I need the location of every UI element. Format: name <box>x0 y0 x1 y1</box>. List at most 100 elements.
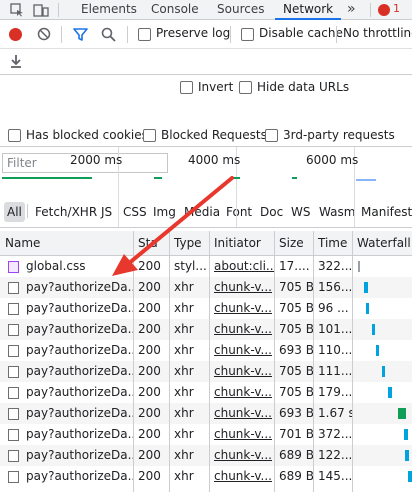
column-name[interactable]: Name <box>0 231 133 256</box>
tab-elements[interactable]: Elements <box>81 0 137 20</box>
request-row[interactable]: pay?authorizeDa... 200 xhr chunk-v... 689 B 1… <box>0 445 412 466</box>
cell-initiator[interactable]: chunk-v... <box>209 445 274 466</box>
device-toolbar-icon[interactable] <box>33 3 49 20</box>
clear-icon[interactable] <box>37 27 51 44</box>
document-file-icon <box>8 303 19 315</box>
throttling-select[interactable]: No throttling <box>343 26 412 40</box>
request-row[interactable]: pay?authorizeDa... 200 xhr chunk-v... 693 B 1… <box>0 340 412 361</box>
cell-initiator[interactable]: chunk-v... <box>209 382 274 403</box>
request-row[interactable]: pay?authorizeDa... 200 xhr chunk-v... 701 B 3… <box>0 424 412 445</box>
tab-sources[interactable]: Sources <box>217 0 264 20</box>
tab-network[interactable]: Network <box>275 0 342 20</box>
column-waterfall[interactable]: Waterfall <box>352 231 412 256</box>
invert-checkbox[interactable] <box>180 81 193 94</box>
cell-initiator[interactable]: chunk-v... <box>209 403 274 424</box>
waterfall-bar <box>388 387 392 398</box>
request-table-header: Name Sta Type Initiator Size Time Waterf… <box>0 231 412 256</box>
cell-type: xhr <box>174 301 194 315</box>
timeline-tick-6000: 6000 ms <box>306 153 359 167</box>
request-row[interactable]: pay?authorizeDa... 200 xhr chunk-v... 705 B 1… <box>0 277 412 298</box>
document-file-icon <box>8 366 19 378</box>
overview-segment <box>356 179 376 181</box>
cell-name: global.css <box>26 259 86 273</box>
network-toolbar-row2 <box>0 49 412 75</box>
timeline-overview[interactable]: 2000 ms 4000 ms 6000 ms <box>0 147 412 228</box>
overview-segment <box>2 177 92 179</box>
filter-icon[interactable] <box>73 27 88 45</box>
cell-time: 1.67 s <box>318 406 352 420</box>
cell-time: 96 ... <box>318 301 349 315</box>
column-status[interactable]: Sta <box>133 231 169 256</box>
overview-segment <box>292 177 297 179</box>
blocked-requests-label: Blocked Requests <box>161 128 267 142</box>
column-time[interactable]: Time <box>313 231 352 256</box>
cell-name: pay?authorizeDa... <box>26 448 133 462</box>
cell-size: 693 B <box>279 343 313 357</box>
column-initiator[interactable]: Initiator <box>209 231 274 256</box>
waterfall-bar <box>382 366 385 377</box>
search-icon[interactable] <box>101 27 116 45</box>
cell-time: 110... <box>318 343 352 357</box>
waterfall-bar <box>398 408 406 419</box>
waterfall-bar <box>364 282 368 293</box>
request-row[interactable]: pay?authorizeDa... 200 xhr chunk-v... 693 B 1… <box>0 403 412 424</box>
has-blocked-cookies-checkbox[interactable] <box>8 129 21 142</box>
third-party-requests-checkbox[interactable] <box>265 129 278 142</box>
blocked-requests-checkbox[interactable] <box>143 129 156 142</box>
cell-type: xhr <box>174 343 194 357</box>
request-row[interactable]: pay?authorizeDa... 200 xhr chunk-v... 689 B 1… <box>0 466 412 487</box>
waterfall-bar <box>358 261 360 272</box>
cell-name: pay?authorizeDa... <box>26 385 133 399</box>
column-type[interactable]: Type <box>169 231 209 256</box>
cell-status: 200 <box>138 427 161 441</box>
document-file-icon <box>8 408 19 420</box>
cell-name: pay?authorizeDa... <box>26 301 133 315</box>
cell-initiator[interactable]: chunk-v... <box>209 361 274 382</box>
hide-data-urls-label: Hide data URLs <box>257 80 350 94</box>
more-tabs-button[interactable]: » <box>347 0 356 20</box>
cell-status: 200 <box>138 448 161 462</box>
cell-name: pay?authorizeDa... <box>26 343 133 357</box>
third-party-requests-label: 3rd-party requests <box>283 128 395 142</box>
hide-data-urls-checkbox[interactable] <box>239 81 252 94</box>
cell-initiator[interactable]: chunk-v... <box>209 277 274 298</box>
cell-initiator[interactable]: chunk-v... <box>209 298 274 319</box>
request-row[interactable]: pay?authorizeDa... 200 xhr chunk-v... 705 B 1… <box>0 319 412 340</box>
cell-initiator[interactable]: chunk-v... <box>209 319 274 340</box>
import-har-icon[interactable] <box>9 54 23 72</box>
invert-label: Invert <box>198 80 234 94</box>
cell-time: 156... <box>318 280 352 294</box>
overview-segment <box>154 177 162 179</box>
network-toolbar: Preserve log Disable cache No throttling <box>0 20 412 49</box>
request-row[interactable]: pay?authorizeDa... 200 xhr chunk-v... 705 B 1… <box>0 382 412 403</box>
cell-initiator[interactable]: chunk-v... <box>209 340 274 361</box>
inspect-element-icon[interactable] <box>10 3 24 20</box>
cell-type: xhr <box>174 322 194 336</box>
preserve-log-checkbox[interactable] <box>138 28 151 41</box>
cell-size: 705 B <box>279 385 313 399</box>
cell-initiator[interactable]: about:cli... <box>209 256 274 277</box>
cell-status: 200 <box>138 364 161 378</box>
cell-type: xhr <box>174 427 194 441</box>
tab-console[interactable]: Console <box>151 0 199 20</box>
record-button[interactable] <box>9 28 22 41</box>
timeline-tick-4000: 4000 ms <box>188 153 241 167</box>
error-icon <box>378 4 390 16</box>
cell-size: 701 B <box>279 427 313 441</box>
request-row[interactable]: pay?authorizeDa... 200 xhr chunk-v... 705 B 9… <box>0 298 412 319</box>
cell-initiator[interactable]: chunk-v... <box>209 424 274 445</box>
column-size[interactable]: Size <box>274 231 313 256</box>
cell-time: 145... <box>318 469 352 483</box>
request-row[interactable]: global.css 200 styl... about:cli... 17.... 32… <box>0 256 412 277</box>
document-file-icon <box>8 282 19 294</box>
timeline-tick-2000: 2000 ms <box>70 153 123 167</box>
request-row[interactable]: pay?authorizeDa... 200 xhr chunk-v... 705 B 1… <box>0 361 412 382</box>
error-badge[interactable]: 1 <box>378 2 412 17</box>
cell-type: xhr <box>174 364 194 378</box>
cell-name: pay?authorizeDa... <box>26 322 133 336</box>
disable-cache-checkbox[interactable] <box>241 28 254 41</box>
cell-name: pay?authorizeDa... <box>26 469 133 483</box>
cell-initiator[interactable]: chunk-v... <box>209 466 274 487</box>
preserve-log-label: Preserve log <box>156 26 231 40</box>
cell-time: 101... <box>318 322 352 336</box>
